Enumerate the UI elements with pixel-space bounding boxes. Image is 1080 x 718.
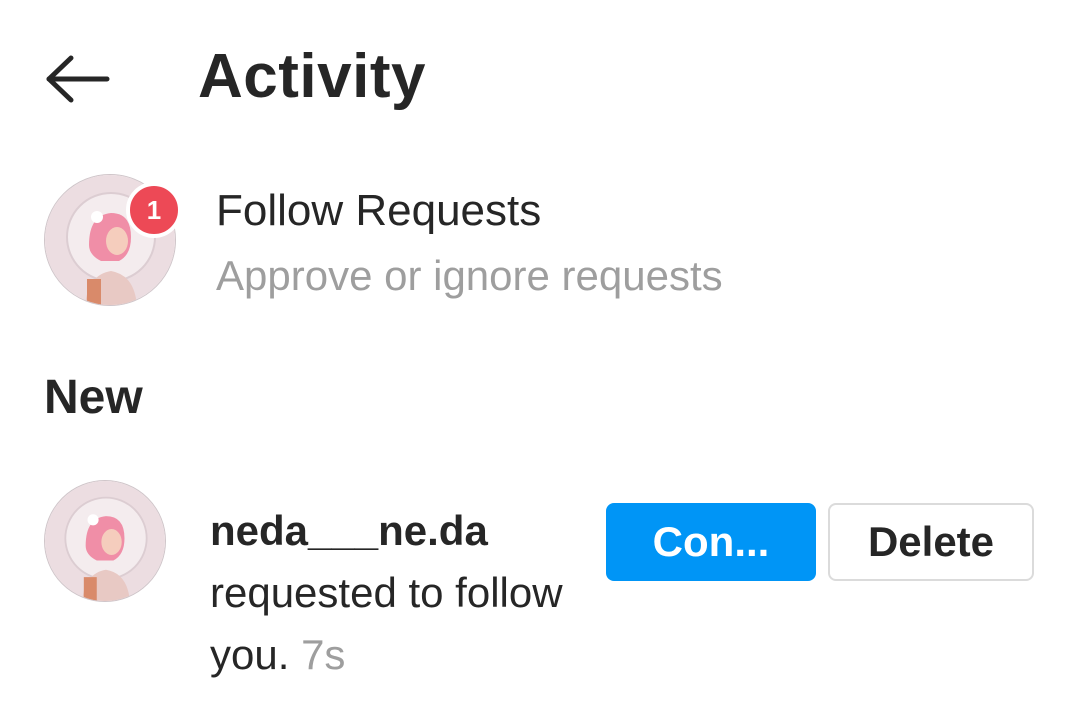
- confirm-button[interactable]: Con...: [606, 503, 816, 581]
- back-arrow-icon: [46, 55, 110, 103]
- page-title: Activity: [198, 42, 426, 111]
- notification-time: 7s: [301, 631, 346, 678]
- notification-text: neda___ne.da requested to follow you. 7s: [210, 500, 590, 686]
- username-link[interactable]: neda___ne.da: [210, 500, 590, 562]
- section-header-new: New: [44, 371, 143, 424]
- notification-badge: 1: [126, 182, 182, 238]
- follow-requests-row[interactable]: 1 Follow Requests Approve or ignore requ…: [0, 160, 1080, 320]
- activity-screen: Activity 1 Follow Requests Approve or ig…: [0, 0, 1080, 718]
- follow-requests-subtitle: Approve or ignore requests: [216, 252, 723, 299]
- follow-requests-title: Follow Requests: [216, 186, 542, 235]
- back-button[interactable]: [40, 44, 116, 114]
- user-avatar[interactable]: [44, 480, 166, 602]
- notification-message: requested to follow you.: [210, 569, 563, 678]
- delete-button[interactable]: Delete: [828, 503, 1034, 581]
